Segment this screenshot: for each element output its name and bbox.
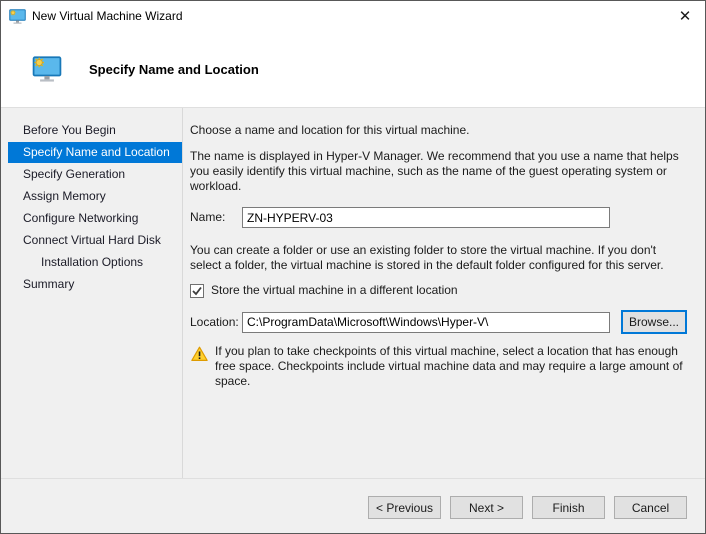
name-field-row: Name: <box>190 207 687 228</box>
name-label: Name: <box>190 210 242 225</box>
previous-button[interactable]: < Previous <box>368 496 441 519</box>
sidebar-item-before-you-begin[interactable]: Before You Begin <box>8 120 182 141</box>
window-title: New Virtual Machine Wizard <box>32 9 183 23</box>
sidebar-item-specify-name-and-location[interactable]: Specify Name and Location <box>8 142 182 163</box>
next-button[interactable]: Next > <box>450 496 523 519</box>
page-title: Specify Name and Location <box>89 62 259 77</box>
checkbox-label: Store the virtual machine in a different… <box>211 283 458 298</box>
step-content: Choose a name and location for this virt… <box>183 108 706 478</box>
close-button[interactable]: ✕ <box>665 1 705 31</box>
warning-triangle-icon <box>191 346 208 362</box>
folder-help-text: You can create a folder or use an existi… <box>190 243 687 273</box>
sidebar-item-assign-memory[interactable]: Assign Memory <box>8 186 182 207</box>
wizard-body: Before You Begin Specify Name and Locati… <box>1 107 705 478</box>
intro-text: Choose a name and location for this virt… <box>190 123 687 138</box>
sidebar-item-specify-generation[interactable]: Specify Generation <box>8 164 182 185</box>
vm-monitor-icon <box>31 56 63 82</box>
warning-text: If you plan to take checkpoints of this … <box>215 344 687 389</box>
titlebar: New Virtual Machine Wizard ✕ <box>1 1 705 31</box>
vm-monitor-icon <box>9 9 26 24</box>
new-vm-wizard-window: New Virtual Machine Wizard ✕ Specify Nam… <box>0 0 706 534</box>
store-different-location-checkbox[interactable] <box>190 284 204 298</box>
store-location-option: Store the virtual machine in a different… <box>190 283 687 298</box>
wizard-footer: < Previous Next > Finish Cancel <box>1 478 705 534</box>
browse-button[interactable]: Browse... <box>621 310 687 334</box>
name-input[interactable] <box>242 207 610 228</box>
location-label: Location: <box>190 315 242 330</box>
close-icon: ✕ <box>679 7 692 25</box>
location-field-row: Location: Browse... <box>190 310 687 334</box>
location-input[interactable] <box>242 312 610 333</box>
check-icon <box>192 286 202 296</box>
name-help-text: The name is displayed in Hyper-V Manager… <box>190 149 687 194</box>
finish-button[interactable]: Finish <box>532 496 605 519</box>
checkpoint-warning: If you plan to take checkpoints of this … <box>190 344 687 389</box>
sidebar-item-connect-virtual-hard-disk[interactable]: Connect Virtual Hard Disk <box>8 230 182 251</box>
cancel-button[interactable]: Cancel <box>614 496 687 519</box>
wizard-steps-nav: Before You Begin Specify Name and Locati… <box>1 108 183 478</box>
sidebar-item-summary[interactable]: Summary <box>8 274 182 295</box>
wizard-header: Specify Name and Location <box>1 31 705 107</box>
sidebar-item-installation-options[interactable]: Installation Options <box>8 252 182 273</box>
sidebar-item-configure-networking[interactable]: Configure Networking <box>8 208 182 229</box>
